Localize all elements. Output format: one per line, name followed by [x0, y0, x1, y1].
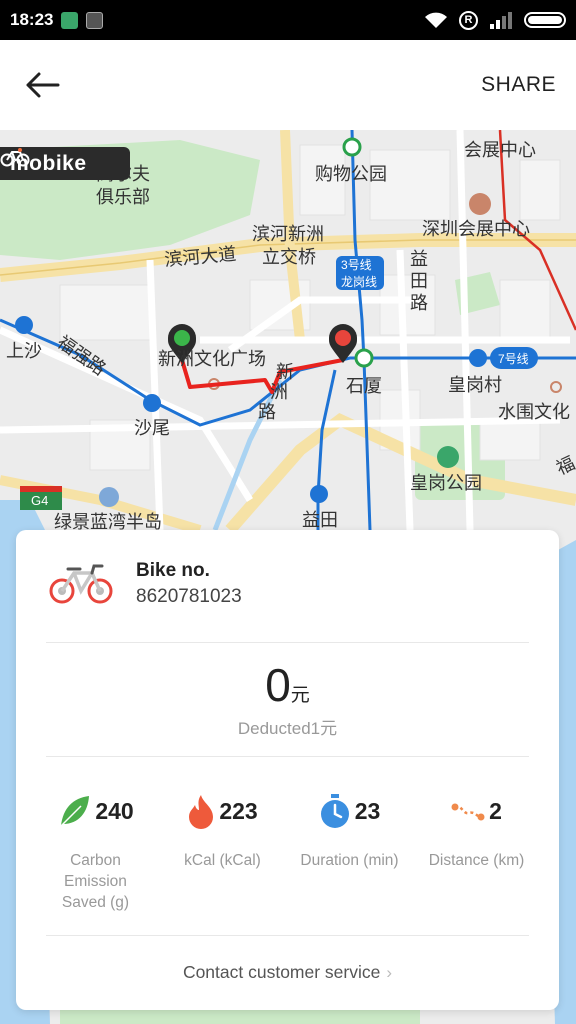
fare-unit: 元 [290, 685, 310, 706]
leaf-icon [60, 796, 90, 827]
map-label: 益田 [302, 510, 338, 530]
deducted-text: Deducted1元 [237, 719, 338, 738]
stat-value: 2 [489, 797, 502, 824]
map-label: 绿景蓝湾半岛 [54, 512, 162, 532]
trip-stats: 240 Carbon Emission Saved (g) 223 kCal (… [32, 792, 542, 913]
stat-value: 223 [219, 797, 258, 824]
registered-icon: R [459, 10, 478, 30]
shield-notification-icon [61, 11, 79, 29]
map-label: 3号线 [341, 258, 372, 272]
stat-label: Carbon Emission Saved (g) [61, 852, 130, 911]
map-label: 皇岗村 [448, 375, 502, 395]
stat-duration: 23 Duration (min) [286, 792, 413, 913]
distance-icon [451, 803, 485, 821]
contact-customer-service-link[interactable]: Contact customer service › [16, 962, 559, 983]
signal-icon [490, 12, 512, 29]
app-notification-icon [86, 11, 104, 29]
stat-label: Distance (km) [428, 852, 525, 869]
bike-icon [49, 564, 113, 604]
status-time: 18:23 [10, 10, 54, 29]
map-label: 滨河新洲 [252, 224, 324, 244]
map-label: 龙岗线 [341, 275, 377, 289]
map-label: 路 [410, 293, 428, 313]
mobike-logo: mobike [0, 147, 130, 180]
contact-label: Contact customer service [182, 962, 381, 982]
map-label: 福 [553, 453, 576, 479]
map-label: 购物公园 [315, 164, 387, 184]
bike-number: 8620781023 [136, 586, 242, 607]
map-label: G4 [31, 493, 48, 508]
map-label: 上沙 [6, 341, 42, 361]
map-label: 滨河大道 [164, 244, 237, 270]
divider [46, 756, 529, 757]
map-label: 石厦 [346, 376, 382, 396]
map-label: 立交桥 [262, 247, 316, 267]
stat-label: Duration (min) [300, 852, 399, 869]
divider [46, 642, 529, 643]
top-bar: SHARE [0, 40, 576, 130]
arrow-left-icon [26, 72, 60, 98]
fare-amount: 0元 [16, 658, 559, 712]
map-label: 益 [410, 249, 428, 269]
map-label: 路 [258, 402, 276, 422]
stat-value: 240 [95, 797, 134, 824]
stat-calories: 223 kCal (kCal) [159, 792, 286, 913]
battery-icon [524, 12, 566, 28]
map-label: 新 [276, 362, 294, 382]
share-button[interactable]: SHARE [475, 67, 562, 103]
bike-info: Bike no. 8620781023 [48, 560, 242, 608]
map-label: 洲 [270, 382, 288, 402]
back-button[interactable] [24, 63, 68, 107]
bike-number-label: Bike no. [136, 560, 210, 581]
status-bar: 18:23 R [0, 0, 576, 40]
map-label: 深圳会展中心 [422, 219, 530, 239]
stat-distance: 2 Distance (km) [413, 792, 540, 913]
map-label: 俱乐部 [96, 187, 150, 207]
chevron-right-icon: › [386, 963, 393, 982]
trip-summary-card: Bike no. 8620781023 0元 Deducted1元 240 Ca… [16, 530, 559, 1010]
stopwatch-icon [320, 794, 349, 828]
map-label: 沙尾 [134, 418, 170, 438]
map-label: 水围文化 [498, 402, 570, 422]
map-label: 新洲文化广场 [158, 349, 266, 369]
map-label: 皇岗公园 [410, 473, 482, 493]
flame-icon [189, 795, 214, 829]
fare-value: 0 [265, 659, 291, 711]
stat-label: kCal (kCal) [184, 852, 261, 869]
stat-carbon: 240 Carbon Emission Saved (g) [32, 792, 159, 913]
map-label: 田 [410, 271, 428, 291]
divider [46, 935, 529, 936]
map-label: 会展中心 [464, 140, 536, 160]
map-label: 7号线 [498, 352, 529, 366]
bike-logo-icon [0, 148, 30, 167]
wifi-icon [425, 12, 447, 28]
stat-value: 23 [354, 797, 381, 824]
